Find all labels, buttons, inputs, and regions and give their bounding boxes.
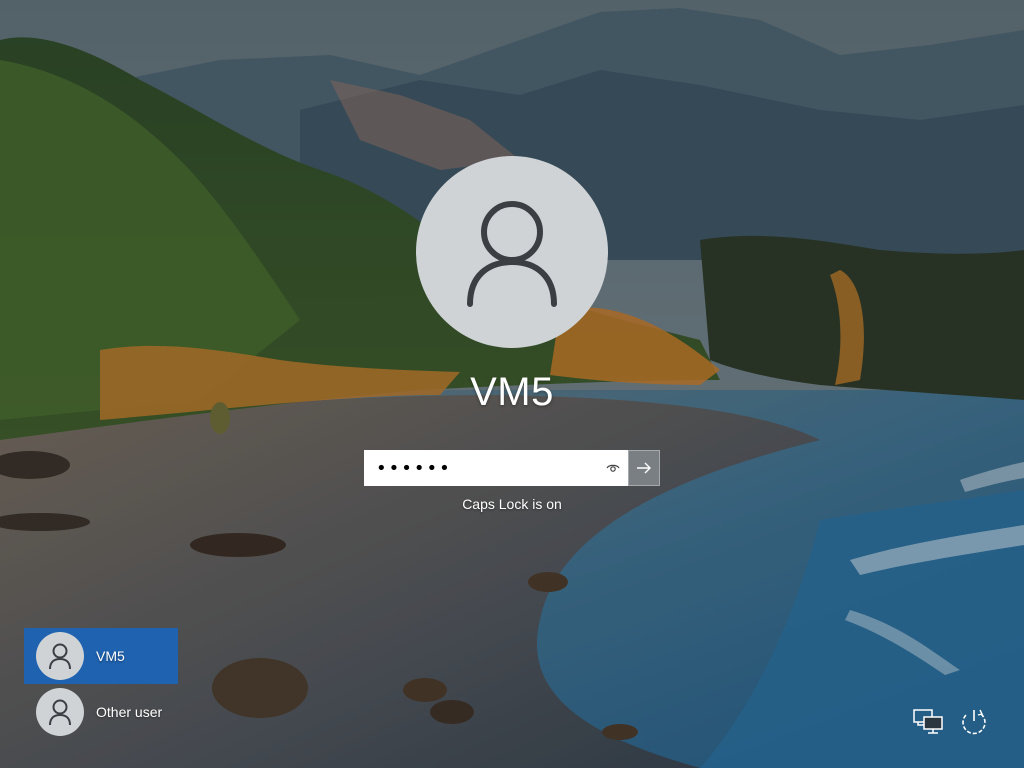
lock-screen: VM5 Caps Lock is on VM5: [0, 0, 1024, 768]
user-avatar-small: [36, 632, 84, 680]
user-list-label: Other user: [96, 704, 163, 720]
username-label: VM5: [470, 370, 554, 414]
submit-button[interactable]: [628, 450, 660, 486]
eye-icon[interactable]: [606, 461, 620, 475]
network-button[interactable]: [912, 706, 944, 738]
user-silhouette-icon: [467, 201, 557, 307]
user-list-label: VM5: [96, 648, 125, 664]
password-row: [364, 450, 660, 486]
password-box: [364, 450, 629, 486]
power-button[interactable]: [958, 706, 990, 738]
user-avatar-small: [36, 688, 84, 736]
network-icon: [913, 709, 943, 734]
user-silhouette-icon: [49, 643, 71, 670]
caps-lock-message: Caps Lock is on: [462, 496, 562, 512]
arrow-right-icon: [637, 462, 652, 474]
power-icon: [962, 709, 986, 735]
user-list-item-other-user[interactable]: Other user: [24, 684, 178, 740]
password-input[interactable]: [366, 452, 608, 484]
user-list-item-vm5[interactable]: VM5: [24, 628, 178, 684]
user-silhouette-icon: [49, 699, 71, 726]
user-avatar: [416, 156, 608, 348]
